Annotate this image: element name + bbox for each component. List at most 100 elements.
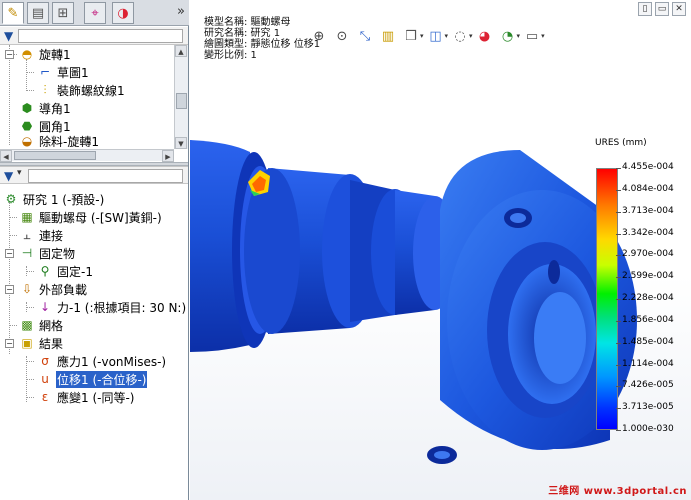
legend-value-label: 2.599e-004 <box>622 271 674 282</box>
tree-item-part[interactable]: ▦ 驅動螺母 (-[SW]黃銅-) <box>18 208 163 226</box>
legend-value-labels: 4.455e-004 4.084e-004 3.713e-004 3.342e-004… <box>616 161 691 437</box>
deformation-scale-text: 變形比例: 1 <box>204 50 257 61</box>
section-view-icon[interactable]: ▥ <box>379 27 397 45</box>
legend-title: URES (mm) <box>595 138 647 148</box>
configuration-manager-icon[interactable]: ⊞ <box>52 2 74 24</box>
study-info-block: 模型名稱: 驅動螺母 研究名稱: 研究 1 繪圖類型: 靜態位移 位移1 變形比… <box>204 17 320 61</box>
restore-window-button[interactable]: ▯ <box>638 2 652 16</box>
scroll-thumb-horizontal[interactable] <box>14 151 96 160</box>
filter-icon[interactable]: ▼ <box>4 169 13 183</box>
legend-value-label: 4.455e-004 <box>622 162 674 172</box>
chevron-down-icon[interactable]: ▾ <box>469 32 473 40</box>
filter-input-top[interactable] <box>18 29 183 43</box>
tree-item-force[interactable]: ↓ 力-1 (:根據項目: 30 N:) <box>36 298 187 316</box>
simulation-tree: ⚙ 研究 1 (-預設-) ▦ 驅動螺母 (-[SW]黃銅-) ⫠ 連接 − ⊣… <box>0 190 188 500</box>
window-controls: ▯ ▭ ✕ <box>635 2 686 16</box>
study-name-text: 研究名稱: 研究 1 <box>204 28 281 39</box>
tree-item-stress-plot[interactable]: σ 應力1 (-vonMises-) <box>36 352 167 370</box>
tree-item-revolve[interactable]: ◓ 旋轉1 <box>18 45 72 63</box>
chevron-down-icon[interactable]: ▾ <box>17 168 22 178</box>
legend-value-label: 7.426e-005 <box>622 380 674 391</box>
tree-item-connections[interactable]: ⫠ 連接 <box>18 226 64 244</box>
edit-appearance-icon[interactable]: ◕ <box>476 27 494 45</box>
legend-value-label: 2.228e-004 <box>622 293 674 303</box>
watermark-text: 三维网 www.3dportal.cn <box>548 486 687 497</box>
tree-item-results[interactable]: ▣ 結果 <box>18 334 64 352</box>
collapse-toggle[interactable]: − <box>5 249 14 258</box>
zoom-to-fit-icon[interactable]: ⊕ <box>310 27 328 45</box>
tree-item-cut-revolve[interactable]: ◒ 除料-旋轉1 <box>18 135 100 147</box>
appearance-icon[interactable]: ◑ <box>112 2 134 24</box>
scroll-right-icon[interactable]: ▶ <box>162 150 174 162</box>
mesh-icon: ▩ <box>21 318 33 332</box>
color-legend-bar[interactable] <box>596 168 618 430</box>
display-style-icon[interactable]: ◫ <box>427 27 445 45</box>
tree-scrollbar-horizontal[interactable]: ◀ ▶ <box>0 149 174 162</box>
dimxpert-icon[interactable]: ⌖ <box>84 2 106 24</box>
tree-item-chamfer[interactable]: ⬢ 導角1 <box>18 99 72 117</box>
legend-value-label: 1.000e-030 <box>622 424 674 434</box>
tree-item-external-loads[interactable]: ⇩ 外部負載 <box>18 280 88 298</box>
revolve-icon: ◓ <box>21 47 33 61</box>
chevron-right-icon[interactable]: » <box>177 4 185 19</box>
zoom-in-out-icon[interactable]: ⤡ <box>356 27 374 45</box>
chamfer-icon: ⬢ <box>21 101 33 115</box>
legend-tick <box>616 299 621 300</box>
tree-item-study[interactable]: ⚙ 研究 1 (-預設-) <box>2 190 105 208</box>
feature-manager-panel: ✎ ▤ ⊞ ⌖ ◑ » ▼ − ◓ 旋轉1 ⌐ 草圖1 ⫶ 裝飾螺紋線1 ⬢ 導… <box>0 0 189 500</box>
filter-input-bottom[interactable] <box>28 169 183 183</box>
tree-scrollbar-vertical[interactable]: ▲ ▼ <box>174 45 188 149</box>
legend-tick <box>616 430 621 431</box>
tree-item-fixtures[interactable]: ⊣ 固定物 <box>18 244 76 262</box>
scroll-thumb[interactable] <box>176 93 187 109</box>
legend-value-label: 2.970e-004 <box>622 249 674 260</box>
scroll-up-icon[interactable]: ▲ <box>175 45 187 57</box>
collapse-toggle[interactable]: − <box>5 339 14 348</box>
scroll-down-icon[interactable]: ▼ <box>175 137 187 149</box>
fixed-icon: ⚲ <box>40 264 50 278</box>
connections-icon: ⫠ <box>23 227 31 242</box>
maximize-window-button[interactable]: ▭ <box>655 2 669 16</box>
legend-tick <box>616 211 621 213</box>
view-settings-icon[interactable]: ▭ <box>523 27 541 45</box>
hide-show-icon[interactable]: ◌ <box>451 27 469 45</box>
displacement-plot-icon: u <box>41 372 49 386</box>
chevron-down-icon[interactable]: ▾ <box>517 32 521 40</box>
feature-tree: − ◓ 旋轉1 ⌐ 草圖1 ⫶ 裝飾螺紋線1 ⬢ 導角1 ⬣ 圓角1 ◒ 除料-… <box>0 45 188 162</box>
tree-item-strain-plot[interactable]: ε 應變1 (-同等-) <box>36 388 135 406</box>
filter-icon[interactable]: ▼ <box>4 29 13 43</box>
legend-tick <box>616 255 621 257</box>
zoom-to-area-icon[interactable]: ⊙ <box>333 27 351 45</box>
chevron-down-icon[interactable]: ▾ <box>445 32 449 40</box>
tree-filter-top: ▼ <box>0 27 188 45</box>
property-manager-icon[interactable]: ▤ <box>27 2 49 24</box>
tree-item-fillet[interactable]: ⬣ 圓角1 <box>18 117 72 135</box>
collapse-toggle[interactable]: − <box>5 50 14 59</box>
tree-item-mesh[interactable]: ▩ 網格 <box>18 316 64 334</box>
tree-item-fixed[interactable]: ⚲ 固定-1 <box>36 262 94 280</box>
chevron-down-icon[interactable]: ▾ <box>420 32 424 40</box>
legend-value-label: 1.856e-004 <box>622 314 674 325</box>
tree-item-displacement-plot[interactable]: u 位移1 (-合位移-) <box>36 370 148 388</box>
tree-item-cosmetic-thread[interactable]: ⫶ 裝飾螺紋線1 <box>36 81 126 99</box>
legend-tick <box>616 233 621 235</box>
close-window-button[interactable]: ✕ <box>672 2 686 16</box>
sketch-icon: ⌐ <box>39 65 51 79</box>
legend-value-label: 3.713e-005 <box>622 402 674 413</box>
graphics-viewport[interactable]: 模型名稱: 驅動螺母 研究名稱: 研究 1 繪圖類型: 靜態位移 位移1 變形比… <box>190 0 691 500</box>
tree-filter-bottom: ▼ ▾ <box>0 166 188 184</box>
scroll-left-icon[interactable]: ◀ <box>0 150 12 162</box>
panel-tab-bar: ✎ ▤ ⊞ ⌖ ◑ » <box>0 0 189 26</box>
view-orientation-icon[interactable]: ❒ <box>402 27 420 45</box>
legend-value-label: 1.485e-004 <box>622 336 674 347</box>
legend-value-label: 3.713e-004 <box>622 205 674 216</box>
fillet-icon: ⬣ <box>21 119 33 133</box>
legend-tick <box>616 320 621 322</box>
feature-manager-icon[interactable]: ✎ <box>2 2 24 24</box>
tree-item-sketch[interactable]: ⌐ 草圖1 <box>36 63 90 81</box>
external-loads-icon: ⇩ <box>21 282 33 296</box>
chevron-down-icon[interactable]: ▾ <box>541 32 545 40</box>
apply-scene-icon[interactable]: ◔ <box>499 27 517 45</box>
collapse-toggle[interactable]: − <box>5 285 14 294</box>
fixtures-icon: ⊣ <box>21 246 33 260</box>
